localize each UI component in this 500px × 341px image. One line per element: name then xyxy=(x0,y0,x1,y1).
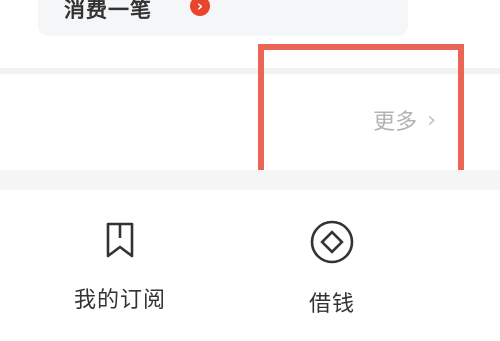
more-label: 更多 xyxy=(373,110,418,135)
top-card: 消费一笔 › xyxy=(0,0,500,68)
section-divider xyxy=(0,170,500,190)
bookmark-icon xyxy=(106,222,134,258)
more-link[interactable]: 更多 › xyxy=(373,104,436,136)
consume-text: 消费一笔 xyxy=(64,0,152,22)
menu-item-borrow[interactable]: 借钱 xyxy=(262,218,402,318)
menu-item-label: 我的订阅 xyxy=(73,288,166,313)
chevron-right-icon: › xyxy=(427,107,436,133)
menu-item-subscriptions[interactable]: 我的订阅 xyxy=(50,218,190,314)
menu-card: 我的订阅 借钱 xyxy=(0,190,500,341)
menu-item-label: 借钱 xyxy=(308,292,355,317)
more-row: 更多 › xyxy=(0,74,500,170)
coin-icon xyxy=(310,220,354,264)
